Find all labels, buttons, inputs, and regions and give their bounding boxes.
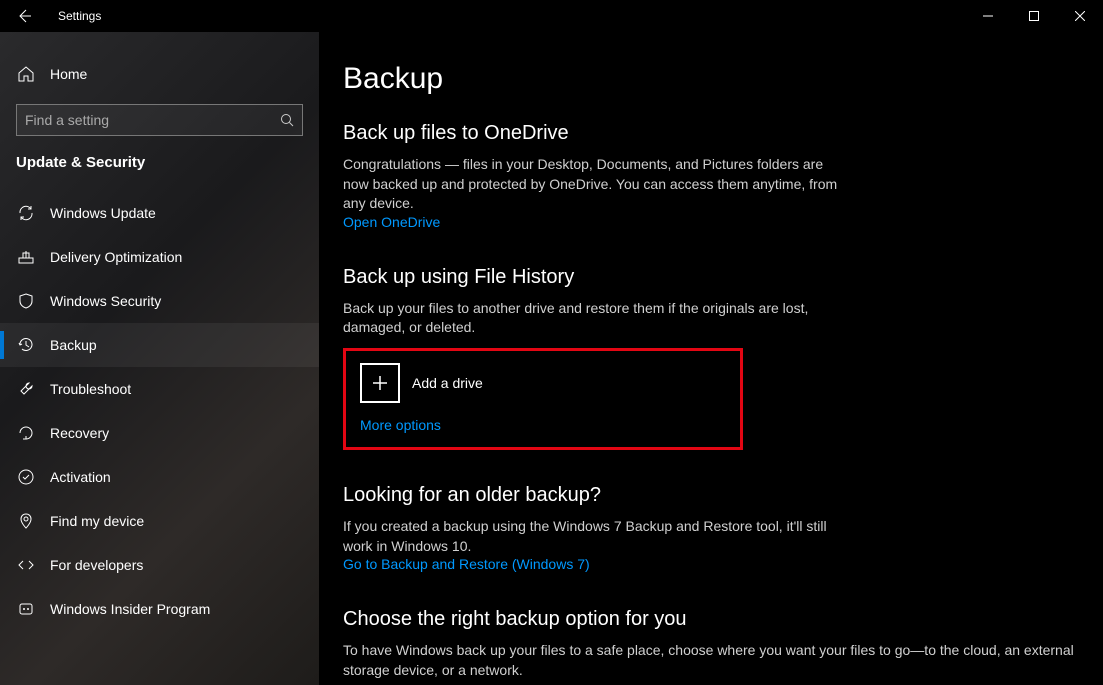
sidebar: Home Update & Security Windows Update De…: [0, 32, 319, 685]
wrench-icon: [16, 379, 36, 399]
section-text: If you created a backup using the Window…: [343, 517, 843, 556]
page-title: Backup: [343, 62, 1075, 96]
section-heading: Looking for an older backup?: [343, 484, 1075, 507]
section-heading: Back up using File History: [343, 266, 1075, 289]
sidebar-item-label: Activation: [50, 469, 111, 485]
sidebar-item-label: Delivery Optimization: [50, 249, 182, 265]
sidebar-item-label: Find my device: [50, 513, 144, 529]
back-button[interactable]: [0, 0, 48, 32]
section-older-backup: Looking for an older backup? If you crea…: [343, 484, 1075, 574]
recovery-icon: [16, 423, 36, 443]
sidebar-item-label: Troubleshoot: [50, 381, 131, 397]
section-onedrive: Back up files to OneDrive Congratulation…: [343, 122, 1075, 232]
sync-icon: [16, 203, 36, 223]
sidebar-item-delivery-optimization[interactable]: Delivery Optimization: [0, 235, 319, 279]
highlight-box: Add a drive More options: [343, 348, 743, 450]
shield-icon: [16, 291, 36, 311]
check-circle-icon: [16, 467, 36, 487]
home-button[interactable]: Home: [0, 52, 319, 96]
sidebar-item-label: Recovery: [50, 425, 109, 441]
sidebar-item-find-my-device[interactable]: Find my device: [0, 499, 319, 543]
sidebar-item-backup[interactable]: Backup: [0, 323, 319, 367]
titlebar: Settings: [0, 0, 1103, 32]
maximize-icon: [1029, 11, 1039, 21]
open-onedrive-link[interactable]: Open OneDrive: [343, 214, 440, 230]
sidebar-item-activation[interactable]: Activation: [0, 455, 319, 499]
section-text: Congratulations — files in your Desktop,…: [343, 155, 843, 214]
sidebar-item-recovery[interactable]: Recovery: [0, 411, 319, 455]
section-choose-option: Choose the right backup option for you T…: [343, 608, 1075, 680]
sidebar-item-for-developers[interactable]: For developers: [0, 543, 319, 587]
sidebar-item-windows-security[interactable]: Windows Security: [0, 279, 319, 323]
section-heading: Choose the right backup option for you: [343, 608, 1075, 631]
minimize-button[interactable]: [965, 0, 1011, 32]
code-icon: [16, 555, 36, 575]
sidebar-item-troubleshoot[interactable]: Troubleshoot: [0, 367, 319, 411]
add-drive-label: Add a drive: [412, 375, 483, 391]
search-icon: [280, 113, 294, 127]
add-drive-button[interactable]: Add a drive: [360, 363, 726, 403]
sidebar-item-windows-insider[interactable]: Windows Insider Program: [0, 587, 319, 631]
sidebar-item-label: Windows Update: [50, 205, 156, 221]
plus-icon: [360, 363, 400, 403]
sidebar-item-windows-update[interactable]: Windows Update: [0, 191, 319, 235]
arrow-left-icon: [16, 8, 32, 24]
location-icon: [16, 511, 36, 531]
sidebar-item-label: Windows Insider Program: [50, 601, 210, 617]
section-file-history: Back up using File History Back up your …: [343, 266, 1075, 450]
sidebar-item-label: For developers: [50, 557, 143, 573]
section-text: To have Windows back up your files to a …: [343, 641, 1075, 680]
home-icon: [16, 64, 36, 84]
nav-list: Windows Update Delivery Optimization Win…: [0, 191, 319, 631]
more-options-link[interactable]: More options: [360, 417, 441, 433]
backup-restore-link[interactable]: Go to Backup and Restore (Windows 7): [343, 556, 590, 572]
search-box[interactable]: [16, 104, 303, 136]
section-text: Back up your files to another drive and …: [343, 299, 843, 338]
sidebar-item-label: Backup: [50, 337, 97, 353]
insider-icon: [16, 599, 36, 619]
home-label: Home: [50, 66, 87, 82]
close-icon: [1075, 11, 1085, 21]
search-input[interactable]: [25, 112, 280, 128]
content-area: Backup Back up files to OneDrive Congrat…: [319, 32, 1103, 685]
category-title: Update & Security: [0, 154, 319, 191]
window-controls: [965, 0, 1103, 32]
delivery-icon: [16, 247, 36, 267]
close-button[interactable]: [1057, 0, 1103, 32]
backup-icon: [16, 335, 36, 355]
maximize-button[interactable]: [1011, 0, 1057, 32]
minimize-icon: [983, 11, 993, 21]
sidebar-item-label: Windows Security: [50, 293, 161, 309]
window-title: Settings: [58, 9, 101, 23]
section-heading: Back up files to OneDrive: [343, 122, 1075, 145]
